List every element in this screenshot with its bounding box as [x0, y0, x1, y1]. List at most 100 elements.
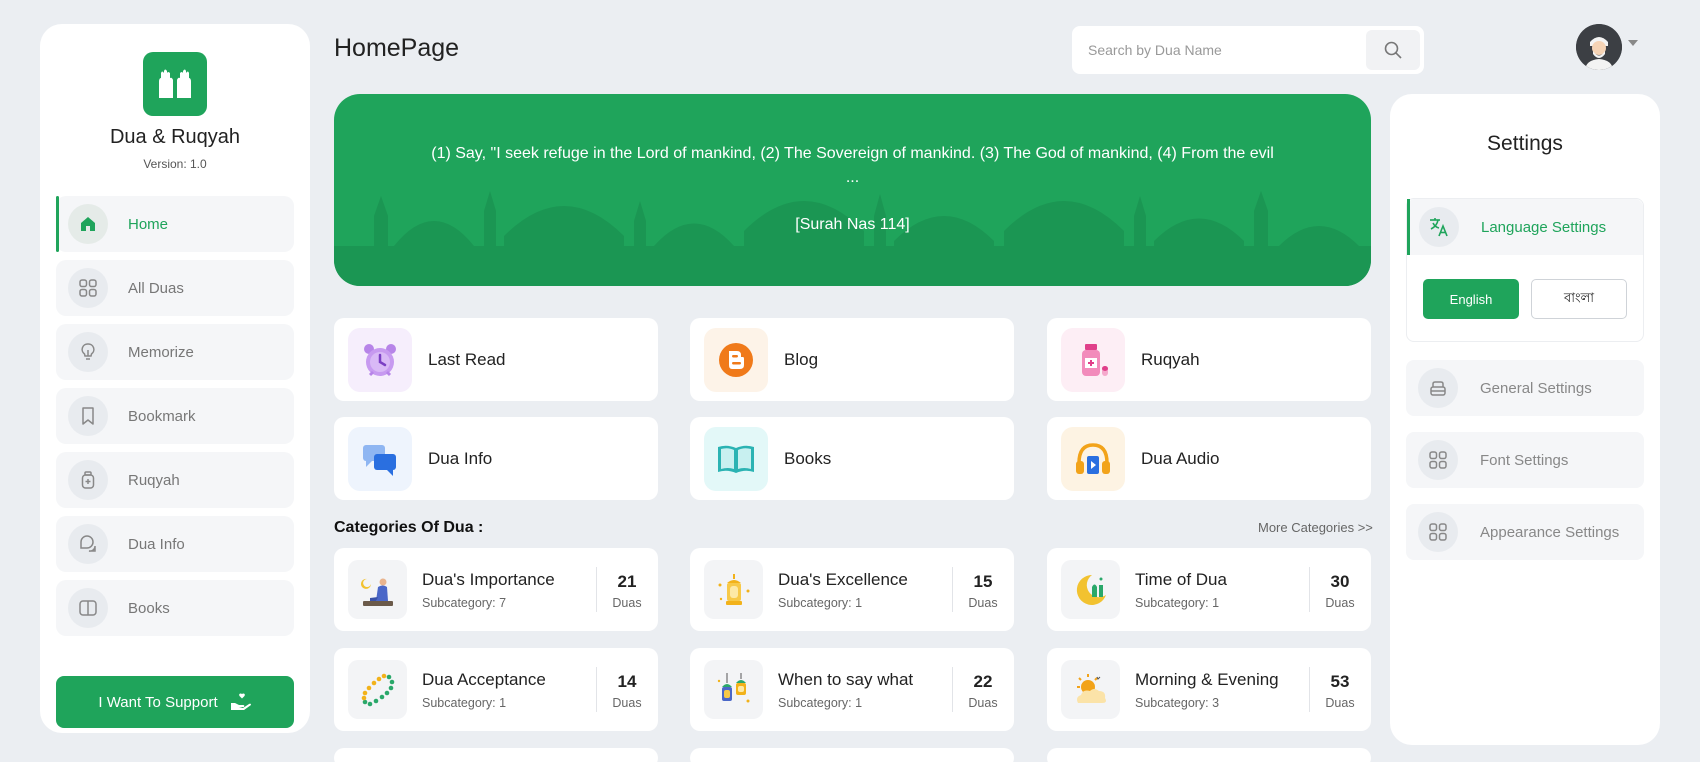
general-settings-item[interactable]: General Settings — [1406, 360, 1644, 416]
category-card[interactable]: When to say what Subcategory: 1 22 Duas — [690, 648, 1014, 731]
chat-icon — [68, 524, 108, 564]
book-icon — [68, 588, 108, 628]
heart-hand-icon — [230, 693, 251, 710]
category-card[interactable]: Dua's Importance Subcategory: 7 21 Duas — [334, 548, 658, 631]
search-button[interactable] — [1366, 30, 1420, 70]
layers-icon — [1418, 368, 1458, 408]
language-settings-header[interactable]: Language Settings — [1407, 199, 1643, 255]
lantern-icon — [704, 560, 763, 619]
banner-reference: [Surah Nas 114] — [795, 216, 910, 233]
grid-icon — [1418, 440, 1458, 480]
bookmark-icon — [68, 396, 108, 436]
settings-title: Settings — [1487, 132, 1563, 155]
page-title: HomePage — [334, 34, 460, 62]
category-dua-count: 30 — [1330, 572, 1350, 591]
category-title: Morning & Evening — [1135, 670, 1279, 689]
person-praying-icon — [348, 560, 407, 619]
home-icon — [68, 204, 108, 244]
sidebar-item-label: Dua Info — [128, 535, 185, 553]
chat-bubbles-icon — [348, 426, 412, 491]
support-button[interactable]: I Want To Support — [56, 676, 294, 728]
font-settings-label: Font Settings — [1480, 451, 1569, 469]
category-title: Dua's Importance — [422, 570, 555, 589]
category-subcount: Subcategory: 1 — [778, 696, 863, 710]
category-subcount: Subcategory: 7 — [422, 596, 507, 610]
quote-banner: (1) Say, "I seek refuge in the Lord of m… — [334, 94, 1371, 286]
category-title: Dua's Excellence — [778, 570, 908, 589]
chevron-down-icon[interactable] — [1628, 40, 1638, 46]
sidebar-item-all-duas[interactable]: All Duas — [56, 260, 294, 316]
category-card-partial[interactable] — [1047, 748, 1371, 762]
category-title: Dua Acceptance — [422, 670, 546, 689]
prayer-beads-icon — [348, 660, 407, 719]
quick-link-label: Books — [784, 448, 832, 468]
category-card[interactable]: Morning & Evening Subcategory: 3 53 Duas — [1047, 648, 1371, 731]
quick-link-dua-info[interactable]: Dua Info — [334, 417, 658, 500]
avatar[interactable] — [1576, 24, 1622, 70]
sidebar: Dua & Ruqyah Version: 1.0 Home All Duas … — [40, 24, 310, 733]
quick-link-label: Last Read — [428, 349, 506, 369]
user-avatar-icon — [1576, 24, 1622, 70]
sidebar-item-bookmark[interactable]: Bookmark — [56, 388, 294, 444]
sidebar-item-label: Home — [128, 215, 169, 233]
category-dua-unit: Duas — [1325, 596, 1355, 610]
open-book-icon — [704, 426, 768, 491]
language-bangla-button[interactable]: বাংলা — [1531, 279, 1627, 319]
search-icon — [1384, 41, 1402, 59]
settings-panel: Settings Language Settings English বাংলা… — [1390, 94, 1660, 745]
logo[interactable] — [143, 52, 207, 116]
appearance-settings-label: Appearance Settings — [1480, 523, 1620, 541]
sidebar-item-label: Ruqyah — [128, 471, 180, 489]
sidebar-item-label: All Duas — [128, 279, 184, 297]
search-bar — [1072, 26, 1424, 74]
sidebar-item-dua-info[interactable]: Dua Info — [56, 516, 294, 572]
category-title: When to say what — [778, 670, 914, 689]
quick-link-label: Dua Info — [428, 448, 493, 468]
sun-cloud-icon — [1061, 660, 1120, 719]
category-dua-count: 14 — [617, 672, 637, 691]
language-english-button[interactable]: English — [1423, 279, 1519, 319]
quick-link-label: Blog — [784, 349, 819, 369]
category-subcount: Subcategory: 1 — [778, 596, 863, 610]
quick-link-ruqyah[interactable]: Ruqyah — [1047, 318, 1371, 401]
sidebar-item-label: Memorize — [128, 343, 194, 361]
category-card[interactable]: Dua's Excellence Subcategory: 1 15 Duas — [690, 548, 1014, 631]
quick-link-blog[interactable]: Blog — [690, 318, 1014, 401]
search-input[interactable] — [1072, 26, 1366, 74]
categories-heading: Categories Of Dua : — [334, 519, 484, 536]
category-dua-count: 22 — [973, 672, 993, 691]
category-title: Time of Dua — [1135, 570, 1227, 589]
quick-link-label: Ruqyah — [1141, 349, 1200, 369]
font-settings-item[interactable]: Font Settings — [1406, 432, 1644, 488]
praying-hands-icon — [159, 69, 191, 98]
bottle-icon — [68, 460, 108, 500]
crescent-moon-icon — [1061, 560, 1120, 619]
language-settings-label: Language Settings — [1481, 218, 1607, 236]
category-dua-unit: Duas — [968, 696, 998, 710]
sidebar-item-home[interactable]: Home — [56, 196, 294, 252]
appearance-settings-item[interactable]: Appearance Settings — [1406, 504, 1644, 560]
category-card-partial[interactable] — [334, 748, 658, 762]
category-card[interactable]: Time of Dua Subcategory: 1 30 Duas — [1047, 548, 1371, 631]
sidebar-item-label: Bookmark — [128, 407, 196, 425]
support-button-label: I Want To Support — [98, 693, 218, 711]
more-categories-link[interactable]: More Categories >> — [1258, 520, 1373, 535]
category-card[interactable]: Dua Acceptance Subcategory: 1 14 Duas — [334, 648, 658, 731]
translate-icon — [1419, 207, 1459, 247]
sidebar-item-label: Books — [128, 599, 170, 617]
category-dua-unit: Duas — [612, 596, 642, 610]
quick-link-dua-audio[interactable]: Dua Audio — [1047, 417, 1371, 500]
category-dua-unit: Duas — [1325, 696, 1355, 710]
category-card-partial[interactable] — [690, 748, 1014, 762]
quick-link-label: Dua Audio — [1141, 448, 1220, 468]
category-dua-count: 15 — [973, 572, 993, 591]
category-subcount: Subcategory: 1 — [1135, 596, 1220, 610]
category-subcount: Subcategory: 1 — [422, 696, 507, 710]
sidebar-item-ruqyah[interactable]: Ruqyah — [56, 452, 294, 508]
category-dua-count: 53 — [1330, 672, 1350, 691]
medicine-bottle-icon — [1061, 327, 1125, 392]
quick-link-last-read[interactable]: Last Read — [334, 318, 658, 401]
sidebar-item-memorize[interactable]: Memorize — [56, 324, 294, 380]
sidebar-item-books[interactable]: Books — [56, 580, 294, 636]
quick-link-books[interactable]: Books — [690, 417, 1014, 500]
